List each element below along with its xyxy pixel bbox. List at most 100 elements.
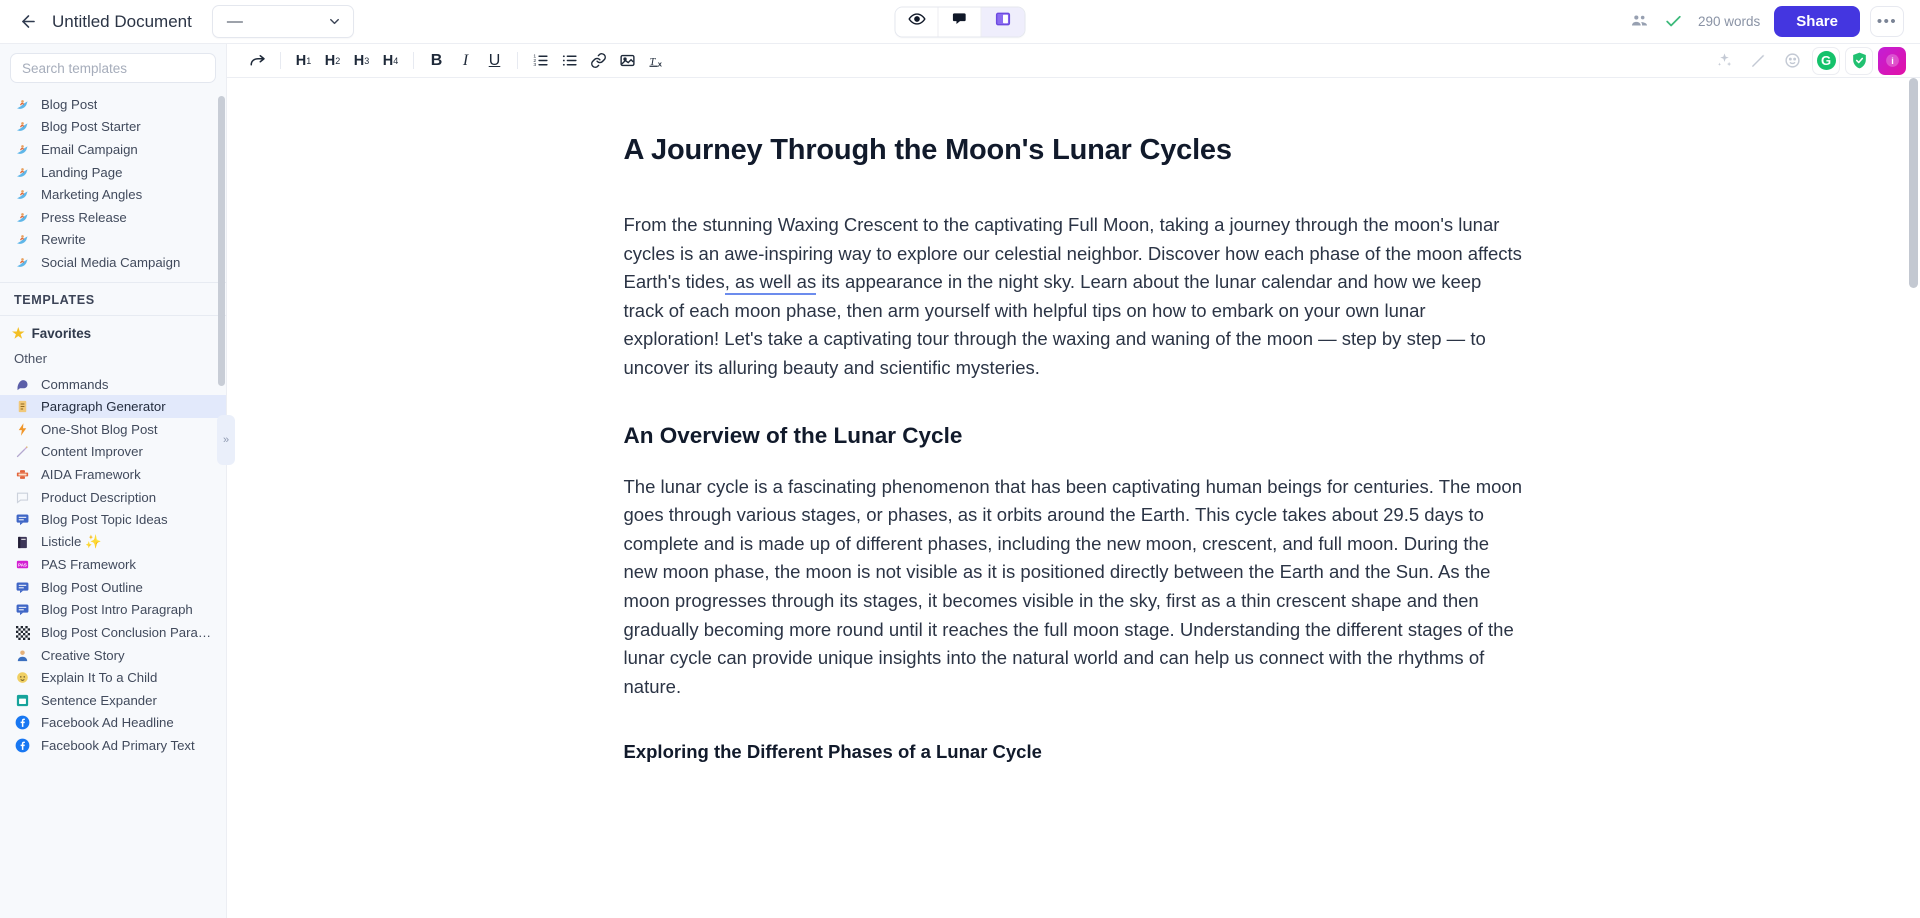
sidebar-item-blog-post-starter[interactable]: Blog Post Starter [0, 116, 226, 139]
sidebar-item-favorites[interactable]: ★ Favorites [0, 322, 226, 346]
sidebar-item-blog-post-conclusion-parag[interactable]: Blog Post Conclusion Parag… [0, 621, 226, 644]
ordered-list-button[interactable]: 123 [526, 47, 555, 74]
link-button[interactable] [584, 47, 613, 74]
favorites-label: Favorites [32, 326, 92, 341]
side-panel-toggle-button[interactable] [982, 6, 1025, 37]
sidebar-item-email-campaign[interactable]: Email Campaign [0, 138, 226, 161]
toolbar-insert-group: 123 Tx [526, 47, 671, 74]
image-button[interactable] [613, 47, 642, 74]
page-title[interactable]: Untitled Document [52, 12, 192, 32]
templates-sidebar: Blog PostBlog Post StarterEmail Campaign… [0, 44, 227, 918]
templates-section-header: TEMPLATES [0, 283, 226, 315]
sidebar-item-label: One-Shot Blog Post [41, 422, 158, 437]
sidebar-item-label: Product Description [41, 490, 156, 505]
magic-wand-icon[interactable] [1744, 47, 1773, 74]
sidebar-scrollbar[interactable] [218, 44, 225, 918]
document-heading-3[interactable]: Exploring the Different Phases of a Luna… [624, 741, 1524, 763]
sidebar-item-creative-story[interactable]: Creative Story [0, 644, 226, 667]
emoji-icon[interactable] [1778, 47, 1807, 74]
clear-format-button[interactable]: Tx [642, 47, 671, 74]
search-input[interactable] [10, 53, 216, 83]
sidebar-item-press-release[interactable]: Press Release [0, 206, 226, 229]
heading-4-button[interactable]: H4 [376, 47, 405, 74]
surfer-icon [14, 141, 31, 158]
facebook-icon [14, 714, 31, 731]
sidebar-item-one-shot-blog-post[interactable]: One-Shot Blog Post [0, 418, 226, 441]
sidebar-item-label: Sentence Expander [41, 693, 157, 708]
sparkle-icon[interactable] [1710, 47, 1739, 74]
shield-check-icon[interactable] [1845, 47, 1873, 75]
divider [0, 315, 226, 316]
surfer-icon [14, 231, 31, 248]
document-paragraph-2[interactable]: The lunar cycle is a fascinating phenome… [624, 473, 1524, 702]
sidebar-item-landing-page[interactable]: Landing Page [0, 161, 226, 184]
sidebar-item-pas-framework[interactable]: PASPAS Framework [0, 554, 226, 577]
redo-button[interactable] [243, 47, 272, 74]
template-list: CommandsParagraph Generator One-Shot Blog… [0, 370, 226, 757]
surfer-icon [14, 118, 31, 135]
comment-icon [951, 11, 968, 33]
sidebar-item-listicle[interactable]: Listicle ✨ [0, 531, 226, 554]
sidebar-scrollbar-thumb[interactable] [218, 96, 225, 386]
other-category-label: Other [0, 346, 226, 370]
heading-3-button[interactable]: H3 [347, 47, 376, 74]
sidebar-item-sentence-expander[interactable]: Sentence Expander [0, 689, 226, 712]
sidebar-item-blog-post-outline[interactable]: Blog Post Outline [0, 576, 226, 599]
document-title[interactable]: A Journey Through the Moon's Lunar Cycle… [624, 134, 1524, 167]
people-icon[interactable] [1622, 7, 1656, 37]
sidebar-item-explain-it-to-a-child[interactable]: Explain It To a Child [0, 666, 226, 689]
sidebar-item-blog-post[interactable]: Blog Post [0, 93, 226, 116]
document-paragraph-1[interactable]: From the stunning Waxing Crescent to the… [624, 211, 1524, 383]
document-canvas[interactable]: A Journey Through the Moon's Lunar Cycle… [227, 78, 1920, 918]
stamp-icon [14, 466, 31, 483]
sidebar-item-label: Landing Page [41, 165, 122, 180]
document-scrollbar-thumb[interactable] [1909, 78, 1918, 288]
comments-toggle-button[interactable] [939, 6, 982, 37]
template-select[interactable]: — [212, 5, 354, 38]
sidebar-item-paragraph-generator[interactable]: Paragraph Generator [0, 395, 226, 418]
underline-button[interactable]: U [480, 47, 509, 74]
svg-text:3: 3 [533, 62, 536, 68]
sidebar-item-aida-framework[interactable]: AIDA Framework [0, 463, 226, 486]
document-scrollbar[interactable] [1909, 78, 1918, 918]
svg-text:PAS: PAS [18, 563, 27, 568]
preview-toggle-button[interactable] [896, 6, 939, 37]
sidebar-item-content-improver[interactable]: Content Improver [0, 441, 226, 464]
toolbar-history-group [243, 47, 272, 74]
chevron-down-icon [327, 14, 342, 29]
header-actions: 290 words Share ••• [1622, 6, 1904, 37]
sidebar-item-label: Social Media Campaign [41, 255, 180, 270]
bold-button[interactable]: B [422, 47, 451, 74]
bullet-list-button[interactable] [555, 47, 584, 74]
info-badge-icon[interactable]: i [1878, 47, 1906, 75]
sidebar-item-blog-post-intro-paragraph[interactable]: Blog Post Intro Paragraph [0, 599, 226, 622]
sidebar-collapse-handle[interactable]: » [217, 415, 235, 465]
chat-box-icon [14, 601, 31, 618]
sidebar-item-label: Explain It To a Child [41, 670, 157, 685]
sidebar-item-facebook-ad-primary-text[interactable]: Facebook Ad Primary Text [0, 734, 226, 757]
share-button[interactable]: Share [1774, 6, 1860, 37]
sidebar-item-blog-post-topic-ideas[interactable]: Blog Post Topic Ideas [0, 508, 226, 531]
app-header: Untitled Document — [0, 0, 1920, 44]
italic-button[interactable]: I [451, 47, 480, 74]
grammar-suggestion-span[interactable]: , as well as [725, 271, 817, 295]
heading-1-button[interactable]: H1 [289, 47, 318, 74]
heading-2-button[interactable]: H2 [318, 47, 347, 74]
eye-icon [908, 11, 925, 33]
grammarly-icon[interactable]: G [1812, 47, 1840, 75]
sidebar-item-commands[interactable]: Commands [0, 373, 226, 396]
toolbar-heading-group: H1 H2 H3 H4 [289, 47, 405, 74]
sidebar-item-rewrite[interactable]: Rewrite [0, 229, 226, 252]
app-body: Blog PostBlog Post StarterEmail Campaign… [0, 44, 1920, 918]
word-count-label: 290 words [1698, 14, 1760, 29]
back-arrow-icon[interactable] [14, 8, 42, 36]
sidebar-item-facebook-ad-headline[interactable]: Facebook Ad Headline [0, 712, 226, 735]
document-heading-2[interactable]: An Overview of the Lunar Cycle [624, 423, 1524, 449]
sidebar-item-social-media-campaign[interactable]: Social Media Campaign [0, 251, 226, 274]
sidebar-item-marketing-angles[interactable]: Marketing Angles [0, 183, 226, 206]
surfer-icon [14, 254, 31, 271]
sidebar-item-label: Blog Post Outline [41, 580, 143, 595]
more-options-button[interactable]: ••• [1870, 6, 1904, 37]
sidebar-item-label: AIDA Framework [41, 467, 141, 482]
sidebar-item-product-description[interactable]: Product Description [0, 486, 226, 509]
